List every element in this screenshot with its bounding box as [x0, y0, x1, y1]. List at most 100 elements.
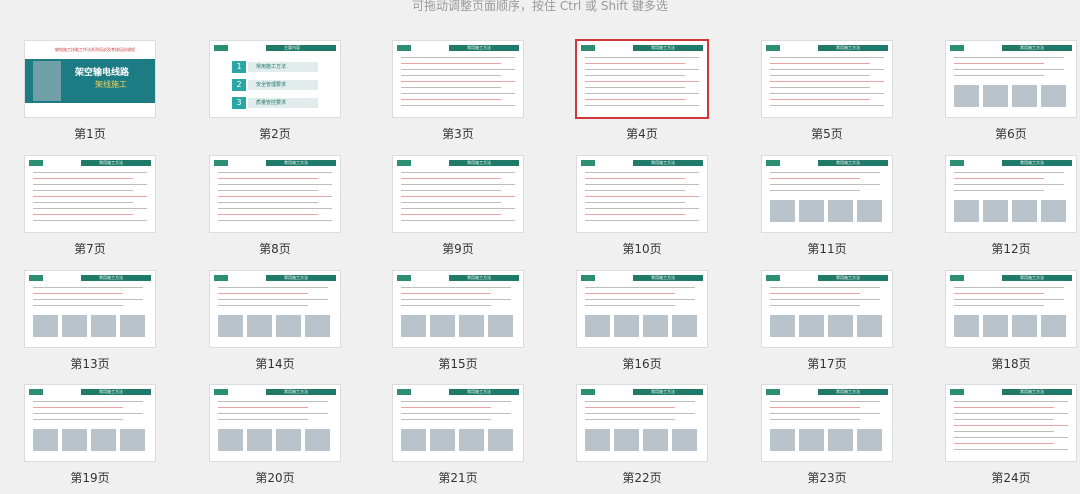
- header-bar: 主要内容: [266, 45, 336, 51]
- slide-preview[interactable]: 常用施工方法: [762, 271, 892, 347]
- slide-preview[interactable]: 常用施工方法: [577, 41, 707, 117]
- slide-header: 常用施工方法: [29, 389, 151, 395]
- slide-preview[interactable]: 常用施工方法: [393, 41, 523, 117]
- slide-page-label: 第8页: [259, 242, 291, 256]
- slide-preview[interactable]: 常用施工方法: [577, 271, 707, 347]
- slide-preview[interactable]: 常用施工方法: [393, 156, 523, 232]
- text-line: [954, 69, 1064, 70]
- photo-image: [799, 429, 824, 451]
- text-line: [33, 220, 147, 221]
- slide-header: 常用施工方法: [29, 275, 151, 281]
- slide-preview[interactable]: 常用施工方法: [25, 156, 155, 232]
- cover-title: 架空输电线路: [75, 68, 130, 78]
- slide-preview[interactable]: 常用施工方法: [210, 156, 340, 232]
- photo-image: [983, 315, 1008, 337]
- text-line: [218, 407, 308, 408]
- text-line: [218, 178, 318, 179]
- photo-image: [614, 429, 639, 451]
- text-line: [401, 99, 501, 100]
- text-line: [954, 305, 1044, 306]
- photo-image: [672, 315, 697, 337]
- slide-header: 常用施工方法: [950, 275, 1072, 281]
- slide-preview[interactable]: 常用施工方法: [393, 271, 523, 347]
- toc-number: 3: [232, 97, 246, 109]
- text-line: [954, 178, 1044, 179]
- text-line: [401, 305, 491, 306]
- header-text: 常用施工方法: [467, 275, 491, 280]
- header-text: 常用施工方法: [284, 160, 308, 165]
- slide-preview[interactable]: 常用施工方法: [946, 271, 1076, 347]
- slide-preview[interactable]: 常用施工方法: [762, 156, 892, 232]
- text-line: [585, 105, 699, 106]
- photo-image: [33, 315, 58, 337]
- slide-preview[interactable]: 常用施工方法: [946, 41, 1076, 117]
- slide-preview[interactable]: 常用施工方法: [210, 271, 340, 347]
- slide-preview[interactable]: 主要内容 1 常用施工方法 2 安全管理要求 3 质量管控要求: [210, 41, 340, 117]
- text-line: [218, 190, 318, 191]
- header-bar: 常用施工方法: [633, 389, 703, 395]
- slide-preview[interactable]: 常用施工方法: [210, 385, 340, 461]
- text-line: [770, 184, 880, 185]
- header-text: 常用施工方法: [467, 45, 491, 50]
- photo-image: [430, 429, 455, 451]
- photo-image: [1012, 200, 1037, 222]
- text-line: [33, 178, 133, 179]
- text-line: [218, 401, 328, 402]
- text-line: [585, 63, 685, 64]
- slide-header: 常用施工方法: [214, 160, 336, 166]
- header-text: 常用施工方法: [284, 275, 308, 280]
- header-bar: 常用施工方法: [818, 389, 888, 395]
- text-line: [954, 190, 1044, 191]
- text-line: [585, 81, 699, 82]
- photo-image: [1041, 315, 1066, 337]
- slide-preview[interactable]: 常用施工方法: [25, 385, 155, 461]
- header-bar: 常用施工方法: [81, 275, 151, 281]
- slide-page-label: 第3页: [442, 127, 474, 141]
- photo-image: [305, 429, 330, 451]
- photo-image: [276, 429, 301, 451]
- header-text: 常用施工方法: [467, 160, 491, 165]
- header-text: 常用施工方法: [1020, 275, 1044, 280]
- slide-preview[interactable]: 常用施工方法: [577, 385, 707, 461]
- slide-preview[interactable]: 常用施工方法: [946, 385, 1076, 461]
- photo-image: [276, 315, 301, 337]
- slide-preview[interactable]: 输电施工技能工作法系列培训及考核培训课程 架空输电线路 架线施工: [25, 41, 155, 117]
- text-line: [585, 287, 695, 288]
- slide-preview[interactable]: 常用施工方法: [25, 271, 155, 347]
- text-line: [33, 287, 143, 288]
- header-bar: 常用施工方法: [449, 275, 519, 281]
- slide-preview[interactable]: 常用施工方法: [393, 385, 523, 461]
- logo-icon: [214, 45, 228, 51]
- header-text: 常用施工方法: [836, 160, 860, 165]
- photo-image: [401, 315, 426, 337]
- slide-header: 常用施工方法: [397, 160, 519, 166]
- text-line: [218, 293, 308, 294]
- text-line: [954, 443, 1054, 444]
- text-line: [401, 214, 501, 215]
- slide-preview[interactable]: 常用施工方法: [946, 156, 1076, 232]
- logo-icon: [950, 389, 964, 395]
- text-line: [954, 449, 1068, 450]
- photo-image: [91, 315, 116, 337]
- text-line: [954, 287, 1064, 288]
- text-line: [401, 401, 511, 402]
- header-text: 常用施工方法: [651, 389, 675, 394]
- text-line: [33, 407, 123, 408]
- text-line: [954, 184, 1064, 185]
- text-line: [585, 202, 685, 203]
- photo-image: [459, 429, 484, 451]
- photo-image: [247, 315, 272, 337]
- photo-image: [488, 315, 513, 337]
- header-bar: 常用施工方法: [1002, 45, 1072, 51]
- toc-number: 1: [232, 61, 246, 73]
- text-line: [401, 208, 515, 209]
- header-text: 常用施工方法: [651, 275, 675, 280]
- text-line: [585, 184, 699, 185]
- slide-page-label: 第11页: [807, 242, 847, 256]
- logo-icon: [397, 45, 411, 51]
- photo-image: [91, 429, 116, 451]
- slide-preview[interactable]: 常用施工方法: [762, 41, 892, 117]
- text-line: [585, 178, 685, 179]
- slide-preview[interactable]: 常用施工方法: [577, 156, 707, 232]
- slide-preview[interactable]: 常用施工方法: [762, 385, 892, 461]
